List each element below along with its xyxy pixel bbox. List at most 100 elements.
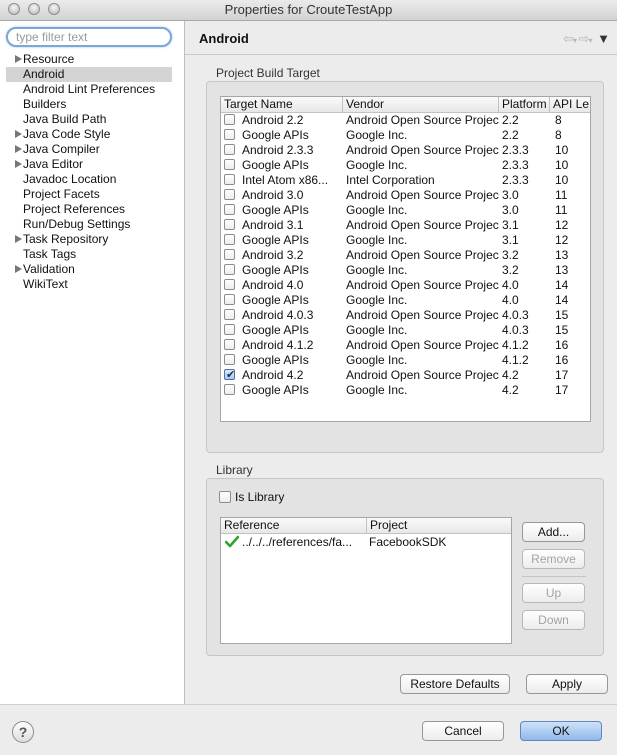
target-name-cell: Google APIs xyxy=(242,383,309,397)
tree-item-project-facets[interactable]: Project Facets xyxy=(6,187,172,202)
tree-item-task-tags[interactable]: Task Tags xyxy=(6,247,172,262)
api-level-cell: 11 xyxy=(555,203,568,217)
tree-item-android-lint-preferences[interactable]: Android Lint Preferences xyxy=(6,82,172,97)
target-checkbox[interactable] xyxy=(224,354,235,365)
target-checkbox[interactable] xyxy=(224,219,235,230)
tree-item-builders[interactable]: Builders xyxy=(6,97,172,112)
target-checkbox[interactable] xyxy=(224,279,235,290)
expand-triangle-icon[interactable] xyxy=(15,145,22,153)
build-target-row[interactable]: Google APIs Google Inc. 2.2 8 xyxy=(221,128,590,143)
platform-cell: 2.3.3 xyxy=(502,143,529,157)
build-target-row[interactable]: Android 3.2 Android Open Source Project 3.… xyxy=(221,248,590,263)
build-target-row[interactable]: Android 2.3.3 Android Open Source Project… xyxy=(221,143,590,158)
move-up-button[interactable]: Up xyxy=(522,583,585,603)
expand-triangle-icon[interactable] xyxy=(15,130,22,138)
library-row[interactable]: ../../../references/fa... FacebookSDK xyxy=(221,535,511,550)
build-target-row[interactable]: Google APIs Google Inc. 4.0.3 15 xyxy=(221,323,590,338)
platform-cell: 2.3.3 xyxy=(502,158,529,172)
expand-triangle-icon[interactable] xyxy=(15,160,22,168)
vendor-cell: Android Open Source Project xyxy=(346,188,499,202)
target-checkbox[interactable] xyxy=(224,384,235,395)
column-reference[interactable]: Reference xyxy=(221,518,367,533)
target-checkbox[interactable] xyxy=(224,309,235,320)
platform-cell: 3.0 xyxy=(502,203,519,217)
build-target-row[interactable]: Google APIs Google Inc. 3.0 11 xyxy=(221,203,590,218)
view-menu-icon[interactable]: ▼ xyxy=(597,31,610,46)
column-target-name[interactable]: Target Name xyxy=(221,97,343,112)
tree-item-project-references[interactable]: Project References xyxy=(6,202,172,217)
build-target-row[interactable]: Intel Atom x86... Intel Corporation 2.3.3 1… xyxy=(221,173,590,188)
build-target-row[interactable]: Google APIs Google Inc. 3.1 12 xyxy=(221,233,590,248)
tree-item-resource[interactable]: Resource xyxy=(6,52,172,67)
target-checkbox[interactable] xyxy=(224,324,235,335)
platform-cell: 3.1 xyxy=(502,218,519,232)
remove-library-button[interactable]: Remove xyxy=(522,549,585,569)
target-name-cell: Android 2.3.3 xyxy=(242,143,314,157)
build-target-row[interactable]: Android 4.2 Android Open Source Project4.… xyxy=(221,367,590,383)
back-dropdown-icon[interactable]: ▾ xyxy=(573,36,577,45)
build-target-row[interactable]: Google APIs Google Inc. 4.2 17 xyxy=(221,383,590,398)
build-target-row[interactable]: Google APIs Google Inc. 4.1.2 16 xyxy=(221,353,590,368)
page-navigation: ⇦▾ ⇨▾ ▼ xyxy=(563,31,610,47)
target-checkbox[interactable] xyxy=(224,189,235,200)
help-icon[interactable]: ? xyxy=(12,721,34,743)
build-target-row[interactable]: Android 3.1 Android Open Source Project 3.… xyxy=(221,218,590,233)
tree-item-task-repository[interactable]: Task Repository xyxy=(6,232,172,247)
tree-item-java-editor[interactable]: Java Editor xyxy=(6,157,172,172)
target-checkbox[interactable] xyxy=(224,144,235,155)
build-target-row[interactable]: Android 4.1.2 Android Open Source Project… xyxy=(221,338,590,353)
add-library-button[interactable]: Add... xyxy=(522,522,585,542)
build-target-row[interactable]: Google APIs Google Inc. 3.2 13 xyxy=(221,263,590,278)
library-table[interactable]: Reference Project ../../../references/fa… xyxy=(220,517,512,644)
restore-defaults-button[interactable]: Restore Defaults xyxy=(400,674,510,694)
target-checkbox[interactable] xyxy=(224,264,235,275)
build-target-row[interactable]: Android 2.2 Android Open Source Project 2.… xyxy=(221,113,590,128)
api-level-cell: 13 xyxy=(555,263,569,277)
tree-item-label: Task Repository xyxy=(23,232,109,246)
forward-arrow-icon[interactable]: ⇨ xyxy=(579,31,590,46)
tree-item-run-debug-settings[interactable]: Run/Debug Settings xyxy=(6,217,172,232)
column-api-level[interactable]: API Le xyxy=(550,97,590,112)
build-target-row[interactable]: Android 4.0.3 Android Open Source Project… xyxy=(221,308,590,323)
tree-item-java-build-path[interactable]: Java Build Path xyxy=(6,112,172,127)
ok-button[interactable]: OK xyxy=(520,721,602,741)
column-project[interactable]: Project xyxy=(367,518,511,533)
filter-input[interactable] xyxy=(6,27,172,47)
tree-item-android[interactable]: Android xyxy=(6,67,172,82)
move-down-button[interactable]: Down xyxy=(522,610,585,630)
target-checkbox[interactable] xyxy=(224,294,235,305)
column-vendor[interactable]: Vendor xyxy=(343,97,499,112)
tree-item-validation[interactable]: Validation xyxy=(6,262,172,277)
target-checkbox[interactable] xyxy=(224,114,235,125)
target-checkbox[interactable] xyxy=(224,204,235,215)
tree-item-javadoc-location[interactable]: Javadoc Location xyxy=(6,172,172,187)
build-target-table[interactable]: Target Name Vendor Platform API Le Andro… xyxy=(220,96,591,422)
expand-triangle-icon[interactable] xyxy=(15,265,22,273)
target-checkbox[interactable] xyxy=(224,367,235,382)
forward-dropdown-icon[interactable]: ▾ xyxy=(588,36,592,45)
is-library-checkbox-box[interactable] xyxy=(219,491,231,503)
back-arrow-icon[interactable]: ⇦ xyxy=(563,31,574,46)
target-checkbox[interactable] xyxy=(224,174,235,185)
api-level-cell: 10 xyxy=(555,173,569,187)
tree-item-wikitext[interactable]: WikiText xyxy=(6,277,172,292)
tree-item-java-compiler[interactable]: Java Compiler xyxy=(6,142,172,157)
cancel-button[interactable]: Cancel xyxy=(422,721,504,741)
tree-item-label: Run/Debug Settings xyxy=(23,217,131,231)
tree-item-label: Validation xyxy=(23,262,75,276)
build-target-row[interactable]: Android 4.0 Android Open Source Project 4.… xyxy=(221,278,590,293)
target-checkbox[interactable] xyxy=(224,129,235,140)
target-checkbox[interactable] xyxy=(224,234,235,245)
build-target-row[interactable]: Google APIs Google Inc. 4.0 14 xyxy=(221,293,590,308)
build-target-row[interactable]: Android 3.0 Android Open Source Project 3.… xyxy=(221,188,590,203)
platform-cell: 4.1.2 xyxy=(502,353,529,367)
target-checkbox[interactable] xyxy=(224,249,235,260)
tree-item-java-code-style[interactable]: Java Code Style xyxy=(6,127,172,142)
column-platform[interactable]: Platform xyxy=(499,97,550,112)
build-target-row[interactable]: Google APIs Google Inc. 2.3.3 10 xyxy=(221,158,590,173)
expand-triangle-icon[interactable] xyxy=(15,55,22,63)
expand-triangle-icon[interactable] xyxy=(15,235,22,243)
target-checkbox[interactable] xyxy=(224,159,235,170)
target-checkbox[interactable] xyxy=(224,339,235,350)
apply-button[interactable]: Apply xyxy=(526,674,608,694)
